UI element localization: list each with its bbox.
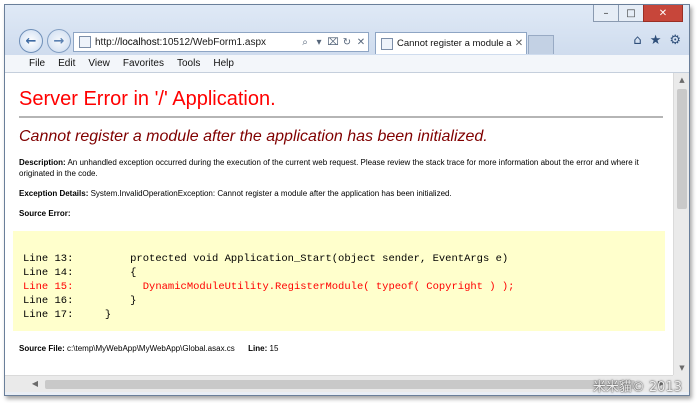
close-window-button[interactable]: ✕: [643, 5, 683, 22]
address-bar[interactable]: http://localhost:10512/WebForm1.aspx ⌕ ▾…: [73, 32, 369, 52]
address-url[interactable]: http://localhost:10512/WebForm1.aspx: [95, 37, 298, 48]
menu-item-edit[interactable]: Edit: [58, 58, 75, 69]
horizontal-scrollbar[interactable]: ◀ ▶: [5, 375, 673, 392]
menu-item-help[interactable]: Help: [213, 58, 234, 69]
error-subtitle: Cannot register a module after the appli…: [19, 128, 488, 145]
window-controls: – □ ✕: [593, 5, 683, 22]
search-icon[interactable]: ⌕: [298, 37, 312, 48]
menu-item-file[interactable]: File: [29, 58, 45, 69]
scroll-left-arrow-icon[interactable]: ◀: [27, 376, 43, 392]
gear-icon[interactable]: ⚙: [669, 33, 681, 48]
new-tab-button[interactable]: [528, 35, 554, 54]
tab-title: Cannot register a module a...: [397, 38, 512, 49]
forward-button[interactable]: →: [47, 29, 71, 53]
back-button[interactable]: ←: [19, 29, 43, 53]
menu-item-favorites[interactable]: Favorites: [123, 58, 164, 69]
vertical-scroll-thumb[interactable]: [677, 89, 687, 209]
tab-close-icon[interactable]: ✕: [512, 38, 526, 49]
description-text: An unhandled exception occurred during t…: [19, 158, 639, 178]
menu-item-view[interactable]: View: [88, 58, 110, 69]
menu-item-tools[interactable]: Tools: [177, 58, 200, 69]
page-icon: [79, 36, 91, 48]
vertical-scrollbar[interactable]: ▲ ▼: [673, 73, 689, 375]
horizontal-scroll-thumb[interactable]: [45, 380, 635, 389]
refresh-icon[interactable]: ↻: [340, 37, 354, 48]
page-title: Server Error in '/' Application.: [19, 88, 276, 110]
url-host: localhost: [120, 36, 160, 48]
url-prefix: http://: [95, 36, 121, 48]
stop-icon[interactable]: ✕: [354, 37, 368, 48]
exception-label: Exception Details:: [19, 189, 89, 198]
maximize-button[interactable]: □: [618, 5, 644, 22]
code-line: Line 14: {: [23, 267, 137, 279]
description-label: Description:: [19, 158, 66, 167]
compatibility-view-icon[interactable]: ⌧: [326, 37, 340, 48]
watermark: 米米貓© 2013: [592, 380, 682, 395]
page-content: Server Error in '/' Application. Cannot …: [5, 73, 673, 375]
minimize-button[interactable]: –: [593, 5, 619, 22]
browser-chrome: – □ ✕ ← → http://localhost:10512/WebForm…: [5, 5, 689, 55]
source-file-label: Source File:: [19, 344, 65, 353]
tab-page-icon: [381, 37, 393, 50]
exception-paragraph: Exception Details: System.InvalidOperati…: [19, 188, 663, 199]
browser-window: – □ ✕ ← → http://localhost:10512/WebForm…: [4, 4, 690, 396]
scroll-down-arrow-icon[interactable]: ▼: [674, 361, 689, 375]
description-paragraph: Description: An unhandled exception occu…: [19, 157, 663, 179]
favorites-star-icon[interactable]: ★: [650, 33, 662, 48]
source-code-box: Line 13: protected void Application_Star…: [13, 231, 665, 331]
divider: [19, 116, 663, 118]
source-error-label: Source Error:: [19, 209, 71, 218]
home-icon[interactable]: ⌂: [633, 33, 641, 48]
line-value: 15: [269, 344, 279, 353]
exception-text: System.InvalidOperationException: Cannot…: [90, 189, 452, 198]
code-line: Line 17: }: [23, 309, 112, 321]
code-line-highlighted: Line 15: DynamicModuleUtility.RegisterMo…: [23, 281, 515, 293]
scroll-up-arrow-icon[interactable]: ▲: [674, 73, 689, 87]
url-path: :10512/WebForm1.aspx: [159, 36, 267, 48]
source-file-value: c:\temp\MyWebApp\MyWebApp\Global.asax.cs: [67, 344, 235, 353]
menu-bar: File Edit View Favorites Tools Help: [5, 55, 689, 73]
dropdown-icon[interactable]: ▾: [312, 37, 326, 48]
line-label: Line:: [248, 344, 268, 353]
code-line: Line 16: }: [23, 295, 137, 307]
browser-tab-active[interactable]: Cannot register a module a... ✕: [375, 32, 527, 54]
toolbar-right-icons: ⌂ ★ ⚙: [633, 33, 681, 48]
source-file-info: Source File: c:\temp\MyWebApp\MyWebApp\G…: [19, 344, 663, 353]
code-line: Line 13: protected void Application_Star…: [23, 253, 509, 265]
